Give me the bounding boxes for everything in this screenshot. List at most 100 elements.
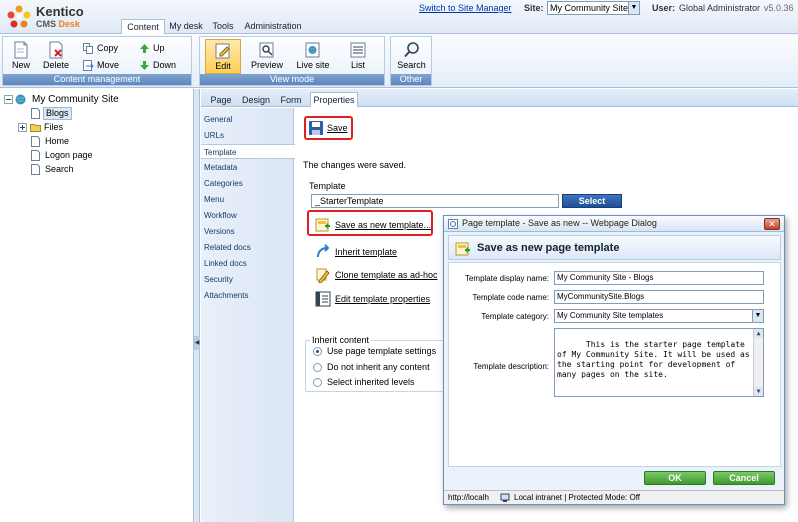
template-add-icon[interactable] <box>315 216 331 232</box>
content-tree: My Community Site Blogs Files Home Logon… <box>0 89 194 522</box>
tab-design[interactable]: Design <box>239 93 273 107</box>
list-icon <box>350 42 366 58</box>
tab-page[interactable]: Page <box>207 93 235 107</box>
clone-template-icon[interactable] <box>315 267 331 283</box>
save-icon[interactable] <box>308 120 324 136</box>
live-site-button[interactable]: Live site <box>292 41 334 70</box>
radio-select-inherited-levels[interactable] <box>313 378 322 387</box>
delete-button[interactable]: Delete <box>39 41 73 70</box>
tree-item-logon-page[interactable]: Logon page <box>30 149 120 162</box>
save-link[interactable]: Save <box>327 123 348 133</box>
template-properties-icon[interactable] <box>315 291 331 307</box>
group-title: View mode <box>200 74 384 85</box>
textarea-scrollbar[interactable]: ▲ ▼ <box>753 329 763 396</box>
radio-do-not-inherit[interactable] <box>313 363 322 372</box>
intranet-icon <box>500 493 510 502</box>
kentico-logo: Kentico CMS Desk <box>6 2 116 32</box>
save-as-new-template-dialog: Page template - Save as new -- Webpage D… <box>443 215 785 505</box>
dialog-footer: OK Cancel <box>448 469 781 489</box>
dialog-header: Save as new page template <box>448 235 781 260</box>
nav-linked-docs[interactable]: Linked docs <box>201 256 294 271</box>
list-button[interactable]: List <box>342 41 374 70</box>
ribbon-toolbar: New Delete Copy Move Up Down Content man… <box>0 34 798 88</box>
dialog-window-title: Page template - Save as new -- Webpage D… <box>462 218 657 228</box>
switch-site-manager-link[interactable]: Switch to Site Manager <box>419 3 512 13</box>
new-button[interactable]: New <box>7 41 35 70</box>
tree-item-blogs[interactable]: Blogs <box>30 107 110 120</box>
copy-button[interactable]: Copy <box>83 42 118 55</box>
code-name-label: Template code name: <box>472 293 550 302</box>
product-name: CMS Desk <box>36 19 81 29</box>
group-other: Search Other <box>390 36 432 86</box>
page-icon <box>31 108 40 119</box>
group-view-mode: Edit Preview Live site List View mode <box>199 36 385 86</box>
template-display-name-input[interactable]: My Community Site - Blogs <box>554 271 764 285</box>
group-title: Content management <box>3 74 191 85</box>
tree-item-files[interactable]: Files <box>18 121 108 134</box>
inherit-template-link[interactable]: Inherit template <box>335 247 397 257</box>
tree-root[interactable]: My Community Site <box>4 93 184 106</box>
nav-attachments[interactable]: Attachments <box>201 288 294 303</box>
nav-menu[interactable]: Menu <box>201 192 294 207</box>
tab-content[interactable]: Content <box>121 19 165 35</box>
close-icon[interactable]: ✕ <box>764 218 780 230</box>
nav-metadata[interactable]: Metadata <box>201 160 294 175</box>
save-as-new-template-link[interactable]: Save as new template... <box>335 220 431 230</box>
tab-form[interactable]: Form <box>277 93 305 107</box>
clone-template-link[interactable]: Clone template as ad-hoc <box>335 270 438 280</box>
collapse-left-icon[interactable]: ◀ <box>194 336 200 350</box>
page-icon <box>31 136 40 147</box>
down-button[interactable]: Down <box>139 59 176 72</box>
nav-categories[interactable]: Categories <box>201 176 294 191</box>
template-add-icon <box>455 242 470 256</box>
tab-properties[interactable]: Properties <box>310 92 358 107</box>
group-title: Other <box>391 74 431 85</box>
search-button[interactable]: Search <box>394 41 429 70</box>
nav-general[interactable]: General <box>201 112 294 127</box>
site-select[interactable]: My Community Site ▼ <box>547 1 640 15</box>
arrow-up-icon <box>140 44 149 53</box>
new-document-icon <box>14 41 28 59</box>
scroll-up-icon[interactable]: ▲ <box>754 329 763 338</box>
preview-icon <box>259 42 274 58</box>
nav-security[interactable]: Security <box>201 272 294 287</box>
up-button[interactable]: Up <box>139 42 165 55</box>
dialog-titlebar[interactable]: Page template - Save as new -- Webpage D… <box>444 216 784 232</box>
tree-item-home[interactable]: Home <box>30 135 120 148</box>
panel-splitter[interactable]: ◀ <box>194 89 200 522</box>
template-legend: Template <box>309 181 346 191</box>
tab-tools[interactable]: Tools <box>208 19 238 34</box>
expand-icon[interactable] <box>18 123 27 132</box>
template-name-field[interactable]: _StarterTemplate <box>311 194 559 208</box>
dialog-statusbar: http://localh Local intranet | Protected… <box>444 490 784 504</box>
globe-icon <box>15 94 26 105</box>
cancel-button[interactable]: Cancel <box>713 471 775 485</box>
nav-related-docs[interactable]: Related docs <box>201 240 294 255</box>
scroll-down-icon[interactable]: ▼ <box>754 387 763 396</box>
nav-workflow[interactable]: Workflow <box>201 208 294 223</box>
template-description-textarea[interactable]: This is the starter page template of My … <box>554 328 764 397</box>
move-button[interactable]: Move <box>83 59 119 72</box>
group-content-management: New Delete Copy Move Up Down Content man… <box>2 36 192 86</box>
template-category-select[interactable]: My Community Site templates ▼ <box>554 309 764 323</box>
template-code-name-input[interactable]: MyCommunitySite.Blogs <box>554 290 764 304</box>
edit-button[interactable]: Edit <box>205 39 241 74</box>
tab-my-desk[interactable]: My desk <box>167 19 205 34</box>
nav-template[interactable]: Template <box>201 144 295 159</box>
preview-button[interactable]: Preview <box>248 41 286 70</box>
radio-use-page-template-settings[interactable] <box>313 347 322 356</box>
nav-versions[interactable]: Versions <box>201 224 294 239</box>
inherit-template-icon[interactable] <box>315 244 331 260</box>
tree-item-search[interactable]: Search <box>30 163 120 176</box>
collapse-icon[interactable] <box>4 95 13 104</box>
delete-document-icon <box>49 41 63 59</box>
status-zone: Local intranet | Protected Mode: Off <box>514 493 640 502</box>
nav-urls[interactable]: URLs <box>201 128 294 143</box>
ok-button[interactable]: OK <box>644 471 706 485</box>
app-header: Kentico CMS Desk Content My desk Tools A… <box>0 0 798 35</box>
select-template-button[interactable]: Select <box>562 194 622 208</box>
search-icon <box>403 42 419 58</box>
chevron-down-icon: ▼ <box>752 310 763 322</box>
tab-administration[interactable]: Administration <box>243 19 303 34</box>
edit-template-properties-link[interactable]: Edit template properties <box>335 294 430 304</box>
